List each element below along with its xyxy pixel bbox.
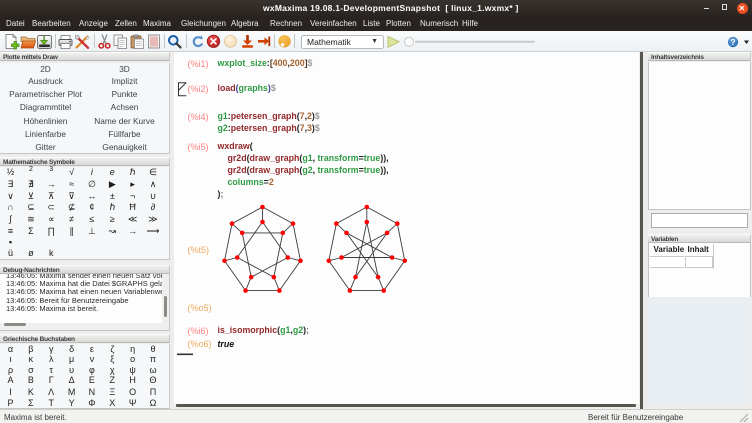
- svg-text:?: ?: [730, 37, 735, 47]
